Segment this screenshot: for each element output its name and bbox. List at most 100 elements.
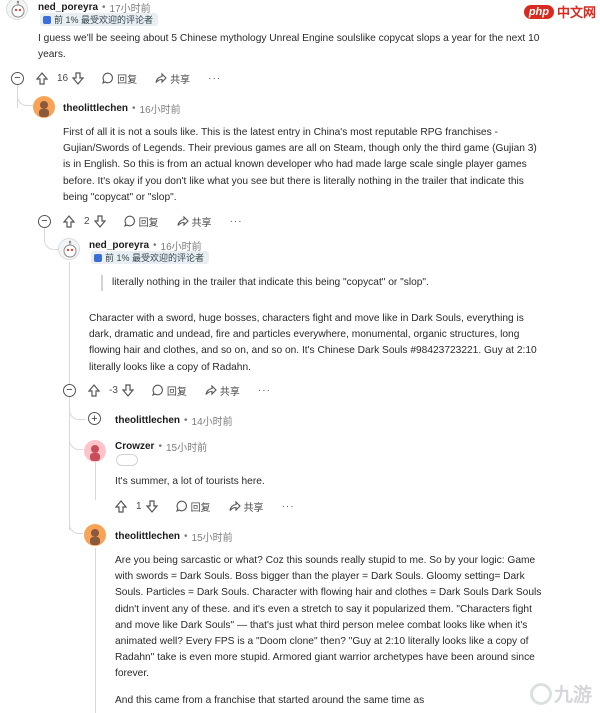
share-button[interactable]: 共享	[177, 214, 212, 229]
avatar[interactable]	[58, 238, 80, 260]
timestamp[interactable]: 15小时前	[192, 529, 233, 544]
username[interactable]: ned_poreyra	[38, 2, 98, 13]
comment-body: Are you being sarcastic or what? Coz thi…	[115, 553, 599, 683]
collapse-icon[interactable]: −	[38, 214, 51, 228]
comment-line: It's summer, a lot of tourists here.	[115, 476, 265, 487]
upvote-icon	[63, 214, 75, 228]
upvote-icon	[115, 499, 127, 513]
separator-dot: •	[153, 240, 157, 251]
reply-button[interactable]: 回复	[175, 499, 211, 514]
thread-line[interactable]	[95, 462, 96, 500]
username[interactable]: Crowzer	[115, 441, 154, 452]
comment-line: with swords = Dark Souls. Boss bigger th…	[115, 571, 525, 583]
share-icon	[229, 500, 241, 512]
avatar[interactable]	[84, 440, 106, 462]
comment-line: and move like Dark Souls" — that's just …	[115, 619, 528, 631]
share-button[interactable]: 共享	[155, 71, 190, 86]
separator-dot: •	[158, 441, 162, 452]
separator-dot: •	[102, 2, 106, 13]
comment-line: Character with a sword, huge bosses, cha…	[89, 313, 524, 324]
share-label: 共享	[243, 502, 264, 514]
share-button[interactable]: 共享	[205, 383, 240, 398]
quoted-text: literally nothing in the trailer that in…	[101, 275, 429, 291]
thread-connector	[69, 428, 83, 450]
username[interactable]: theolittlechen	[63, 103, 128, 114]
expand-icon[interactable]: +	[88, 412, 101, 425]
comment-line: Are you being sarcastic or what? Coz thi…	[115, 555, 536, 566]
comment-line: First of all it is not a souls like. Thi…	[63, 127, 498, 138]
avatar[interactable]	[84, 524, 106, 546]
vote-count: -3	[109, 384, 118, 396]
comment-line: Gujian/Swords of Legends. Their previous…	[63, 143, 537, 155]
comment-line: is in English. So this is from an actual…	[63, 159, 527, 171]
comment-line: dark, dramatic and undead, fire and part…	[89, 329, 520, 341]
downvote-icon[interactable]	[72, 71, 85, 85]
comment-body: I guess we'll be seeing about 5 Chinese …	[38, 31, 598, 63]
comment-line: Souls. Particles = Dark Souls. Character…	[115, 587, 542, 599]
reply-label: 回复	[190, 502, 211, 514]
collapse-icon[interactable]: −	[11, 71, 24, 85]
top-commenter-badge: 前 1% 最受欢迎的评论者	[91, 251, 210, 264]
more-options-icon[interactable]: ···	[208, 73, 221, 84]
more-options-icon[interactable]: ···	[230, 216, 243, 227]
upvote-button[interactable]: 1	[115, 499, 142, 513]
collapse-icon[interactable]: −	[63, 383, 76, 397]
thread-connector	[17, 90, 33, 106]
comment-line: years.	[38, 49, 66, 61]
comment-header: theolittlechen • 16小时前	[63, 101, 181, 116]
thread-connector	[69, 512, 83, 534]
downvote-icon[interactable]	[93, 214, 106, 228]
upvote-button[interactable]: 16	[36, 71, 68, 85]
downvote-icon[interactable]	[121, 383, 134, 397]
comment-header: theolittlechen • 14小时前	[115, 413, 233, 428]
comment-line: before. It's okay if you don't like what…	[63, 175, 524, 187]
thread-line[interactable]	[95, 548, 96, 713]
upvote-icon	[36, 71, 48, 85]
reply-button[interactable]: 回复	[102, 71, 137, 86]
downvote-icon[interactable]	[145, 499, 158, 513]
comment-body: It's summer, a lot of tourists here.	[115, 474, 595, 490]
comment-body: First of all it is not a souls like. Thi…	[63, 125, 598, 206]
comment-actions: − 16 回复 共享 ···	[11, 70, 221, 86]
timestamp[interactable]: 16小时前	[140, 101, 181, 116]
share-label: 共享	[219, 386, 240, 398]
thread-connector	[44, 236, 58, 250]
php-watermark: php 中文网	[523, 2, 596, 21]
comment-line: animated well? Every FPS is a "Doom clon…	[115, 636, 529, 648]
username[interactable]: theolittlechen	[115, 531, 180, 542]
upvote-button[interactable]: -3	[88, 383, 118, 397]
more-options-icon[interactable]: ···	[258, 385, 271, 396]
username[interactable]: ned_poreyra	[89, 240, 149, 251]
comment-actions: − 2 回复 共享 ···	[38, 213, 243, 229]
flair-pill	[116, 454, 138, 466]
avatar[interactable]	[6, 0, 28, 20]
share-icon	[177, 215, 189, 227]
timestamp[interactable]: 15小时前	[166, 439, 207, 454]
timestamp[interactable]: 14小时前	[192, 413, 233, 428]
thread-connector	[69, 400, 85, 420]
comment-bubble-icon	[175, 500, 187, 512]
comment-line: flowing hair and clothes, and so on, and…	[89, 345, 537, 357]
reply-button[interactable]: 回复	[123, 214, 159, 229]
username[interactable]: theolittlechen	[115, 415, 180, 426]
comment-line: And this came from a franchise that star…	[115, 695, 425, 706]
badge-icon	[43, 15, 51, 24]
more-options-icon[interactable]: ···	[282, 501, 295, 512]
top-commenter-badge: 前 1% 最受欢迎的评论者	[40, 13, 159, 26]
share-button[interactable]: 共享	[229, 499, 264, 514]
avatar[interactable]	[33, 96, 55, 118]
comment-body: And this came from a franchise that star…	[115, 693, 599, 709]
reply-label: 回复	[166, 386, 187, 398]
comment-line: didn't invent any of these. and it's eve…	[115, 603, 532, 615]
upvote-button[interactable]: 2	[63, 214, 90, 228]
separator-dot: •	[184, 415, 188, 426]
separator-dot: •	[184, 531, 188, 542]
separator-dot: •	[132, 103, 136, 114]
comment-bubble-icon	[102, 72, 114, 84]
reply-button[interactable]: 回复	[152, 383, 187, 398]
vote-count: 1	[136, 500, 142, 512]
php-watermark-text: 中文网	[556, 5, 596, 20]
share-label: 共享	[191, 217, 212, 229]
comment-line: literally looks like a copy of Radahn.	[89, 361, 251, 373]
comment-line: Radahn" take is even more stupid. Armore…	[115, 652, 535, 664]
